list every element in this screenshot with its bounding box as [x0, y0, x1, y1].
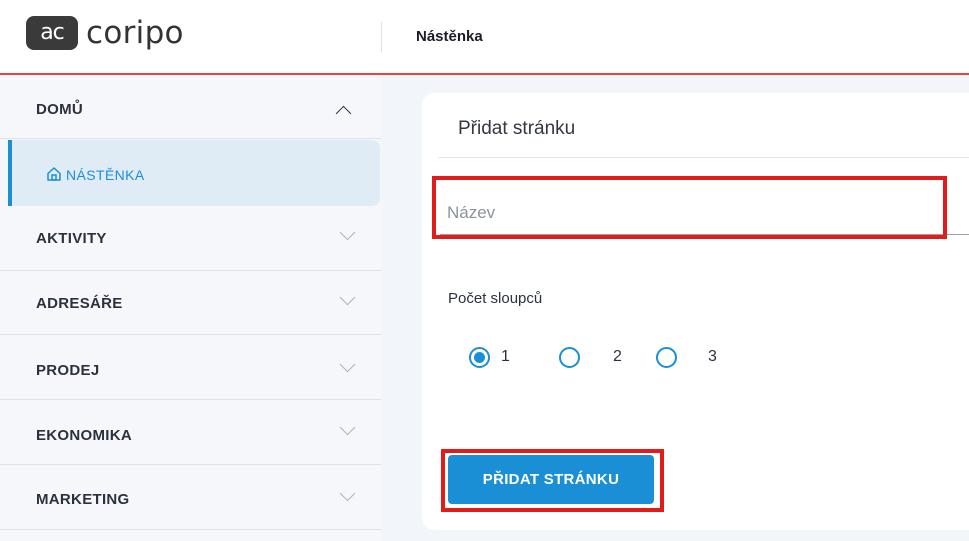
columns-radio-label: 3: [708, 348, 717, 365]
sidebar-section-prodej[interactable]: PRODEJ: [0, 336, 381, 400]
sidebar-section-adresare[interactable]: ADRESÁŘE: [0, 271, 381, 335]
page-title: Nástěnka: [416, 28, 483, 45]
sidebar-section-aktivity[interactable]: AKTIVITY: [0, 207, 381, 271]
home-icon: [47, 167, 61, 181]
sidebar-section-label: DOMŮ: [36, 101, 84, 118]
coripo-logo[interactable]: ac coripo: [26, 16, 184, 50]
columns-radio-3[interactable]: [656, 347, 677, 368]
chevron-down-icon: [339, 224, 356, 241]
sidebar-section-ekonomika[interactable]: EKONOMIKA: [0, 401, 381, 465]
logo-mark: ac: [26, 16, 78, 50]
header-divider: [381, 22, 382, 52]
sidebar-item-label: NÁSTĚNKA: [66, 167, 145, 183]
sidebar-section-marketing[interactable]: MARKETING: [0, 466, 381, 530]
columns-radio-label: 2: [613, 348, 622, 365]
columns-radio-1[interactable]: [469, 347, 490, 368]
card-divider: [438, 157, 969, 158]
sidebar-section-label: PRODEJ: [36, 362, 100, 379]
chevron-down-icon: [339, 485, 356, 502]
highlight-frame-add-button: [441, 449, 664, 512]
sidebar-section-label: MARKETING: [36, 491, 130, 508]
chevron-up-icon: [335, 105, 352, 122]
columns-radio-label: 1: [501, 348, 510, 365]
chevron-down-icon: [339, 419, 356, 436]
sidebar-item-nastenka[interactable]: NÁSTĚNKA: [8, 140, 380, 206]
sidebar-section-label: AKTIVITY: [36, 230, 107, 247]
sidebar-section-label: EKONOMIKA: [36, 427, 133, 444]
chevron-down-icon: [339, 356, 356, 373]
sidebar-section-label: ADRESÁŘE: [36, 295, 123, 312]
card-title: Přidat stránku: [458, 118, 576, 139]
app-header: ac coripo Nástěnka: [0, 0, 969, 74]
sidebar-section-domu[interactable]: DOMŮ: [0, 75, 381, 139]
columns-radio-2[interactable]: [559, 347, 580, 368]
columns-count-label: Počet sloupců: [448, 290, 543, 307]
chevron-down-icon: [339, 289, 356, 306]
logo-text: coripo: [86, 15, 184, 51]
highlight-frame-name-input: [432, 176, 947, 239]
active-indicator: [8, 140, 12, 206]
